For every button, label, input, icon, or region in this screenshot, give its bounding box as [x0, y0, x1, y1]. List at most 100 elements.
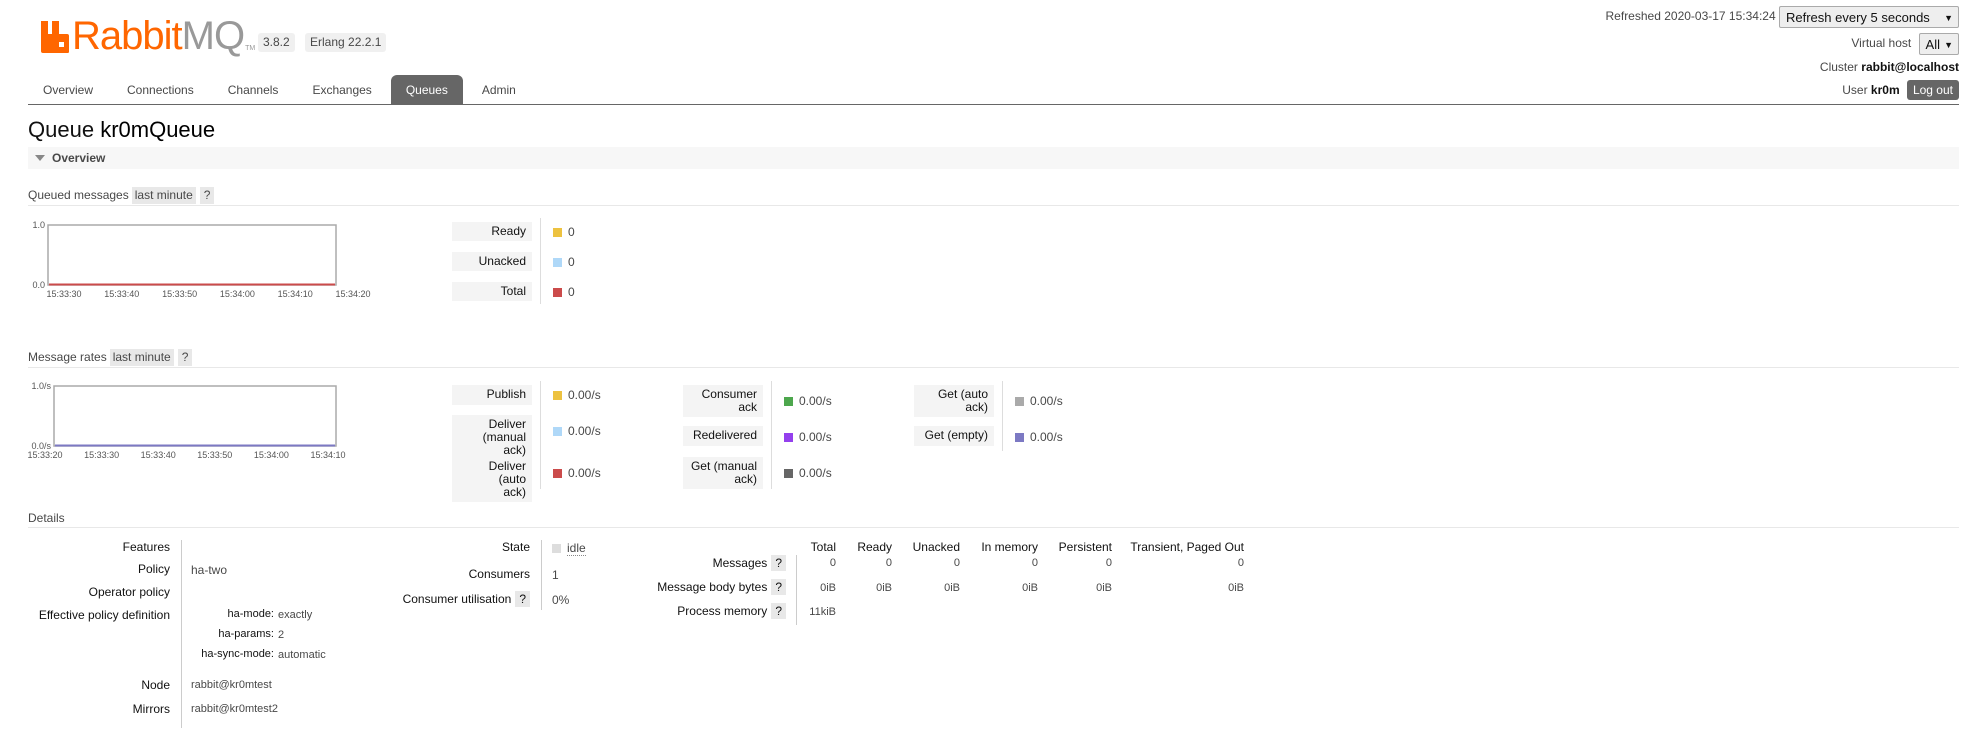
- legend-label-get-empty: Get (empty): [914, 426, 994, 446]
- rates-xtick-label: 15:33:50: [197, 450, 232, 460]
- legend-value-get-auto: 0.00/s: [1015, 394, 1063, 408]
- legend-label-get-manual: Get (manual ack): [683, 457, 763, 489]
- legend-label-deliver-manual: Deliver (manual ack): [452, 415, 532, 460]
- queued-ytick-label: 0.0: [32, 280, 45, 290]
- total-value: 0: [568, 285, 575, 299]
- tab-queues[interactable]: Queues: [390, 75, 463, 105]
- stats-col-persistent: Persistent: [1058, 540, 1112, 554]
- messages-ready: 0: [885, 557, 892, 569]
- legend-label-get-auto: Get (auto ack): [914, 385, 994, 417]
- queued-range-toggle[interactable]: last minute: [131, 187, 196, 204]
- node-value: rabbit@kr0mtest: [191, 679, 272, 691]
- body-bytes-transient: 0iB: [1228, 582, 1244, 594]
- deliver-auto-swatch: [553, 468, 562, 478]
- get-empty-swatch: [1015, 432, 1024, 442]
- user-label: User: [1842, 83, 1868, 97]
- messages-total: 0: [829, 557, 836, 569]
- vhost-value: All: [1925, 37, 1940, 52]
- chevron-down-icon: ▼: [1944, 40, 1953, 50]
- queued-divider: [28, 205, 1959, 206]
- publish-value: 0.00/s: [568, 388, 601, 402]
- state-separator: [541, 540, 542, 610]
- body-bytes-ready: 0iB: [876, 582, 892, 594]
- ready-swatch: [553, 227, 562, 237]
- rates-help-button[interactable]: ?: [177, 349, 193, 366]
- ready-value: 0: [568, 225, 575, 239]
- ha-params-key: ha-params:: [218, 628, 274, 640]
- message-rates-heading: Message rates last minute?: [28, 348, 193, 366]
- legend-value-ready: 0: [553, 225, 575, 239]
- mirrors-value: rabbit@kr0mtest2: [191, 703, 278, 715]
- logout-button[interactable]: Log out: [1906, 80, 1959, 100]
- legend-value-deliver-manual: 0.00/s: [553, 424, 601, 438]
- body-bytes-total: 0iB: [820, 582, 836, 594]
- queued-help-button[interactable]: ?: [199, 187, 215, 204]
- get-manual-value: 0.00/s: [799, 466, 832, 480]
- queued-xtick-label: 15:33:30: [46, 289, 81, 299]
- logo-wordmark: RabbitMQ: [72, 14, 245, 58]
- effective-policy-label: Effective policy definition: [38, 608, 170, 622]
- messages-help-button[interactable]: ?: [771, 555, 786, 571]
- legend-label-unacked: Unacked: [452, 252, 532, 271]
- queued-xtick-label: 15:34:20: [335, 289, 370, 299]
- rates-xtick-label: 15:33:40: [141, 450, 176, 460]
- tab-admin[interactable]: Admin: [467, 75, 531, 105]
- operator-policy-label: Operator policy: [88, 585, 170, 599]
- state-value: idle: [552, 541, 586, 556]
- stats-row-process-memory-label: Process memory?: [620, 603, 786, 619]
- rates-xtick-label: 15:34:00: [254, 450, 289, 460]
- legend-separator: [771, 381, 772, 489]
- tab-overview[interactable]: Overview: [28, 75, 108, 105]
- policy-value[interactable]: ha-two: [191, 563, 227, 577]
- tab-connections[interactable]: Connections: [112, 75, 209, 105]
- ha-sync-mode-key: ha-sync-mode:: [201, 648, 274, 660]
- queued-messages-heading: Queued messages last minute?: [28, 186, 215, 204]
- legend-label-deliver-auto: Deliver (auto ack): [452, 457, 532, 502]
- rabbit-logo-icon: [40, 20, 70, 54]
- utilisation-help-button[interactable]: ?: [515, 591, 530, 607]
- consumer-ack-swatch: [784, 396, 793, 406]
- get-empty-value: 0.00/s: [1030, 430, 1063, 444]
- message-rates-title: Message rates: [28, 350, 107, 364]
- rabbitmq-logo[interactable]: RabbitMQ TM: [40, 14, 256, 58]
- stats-row-messages-label: Messages?: [620, 555, 786, 571]
- refresh-interval-select[interactable]: Refresh every 5 seconds ▼: [1779, 6, 1959, 28]
- publish-swatch: [553, 390, 562, 400]
- queued-xtick-label: 15:34:10: [278, 289, 313, 299]
- process-memory-total: 11kiB: [809, 606, 836, 618]
- stats-col-unacked: Unacked: [912, 540, 960, 554]
- features-label: Features: [122, 540, 170, 554]
- tab-exchanges[interactable]: Exchanges: [297, 75, 386, 105]
- page-title: Queue kr0mQueue: [28, 117, 215, 143]
- main-nav-tabs: Overview Connections Channels Exchanges …: [28, 75, 535, 105]
- queued-plot-area: [47, 224, 337, 286]
- user-name: kr0m: [1870, 83, 1900, 97]
- deliver-auto-value: 0.00/s: [568, 466, 601, 480]
- deliver-manual-value: 0.00/s: [568, 424, 601, 438]
- body-bytes-unacked: 0iB: [944, 582, 960, 594]
- queued-messages-chart: 0.0 1.0 15:33:30 15:33:40 15:33:50 15:34:00 15…: [32, 220, 370, 299]
- consumers-label: Consumers: [468, 567, 530, 581]
- messages-unacked: 0: [953, 557, 960, 569]
- redelivered-value: 0.00/s: [799, 430, 832, 444]
- body-bytes-label-text: Message body bytes: [657, 580, 768, 594]
- logo-trademark: TM: [245, 45, 256, 52]
- queued-xtick-label: 15:34:00: [220, 289, 255, 299]
- legend-value-publish: 0.00/s: [553, 388, 601, 402]
- rates-xtick-label: 15:33:20: [27, 450, 62, 460]
- redelivered-swatch: [784, 432, 793, 442]
- tab-channels[interactable]: Channels: [213, 75, 294, 105]
- legend-value-get-empty: 0.00/s: [1015, 430, 1063, 444]
- overview-section-toggle[interactable]: Overview: [28, 147, 1959, 169]
- user-row: User kr0m Log out: [1842, 80, 1959, 100]
- body-bytes-help-button[interactable]: ?: [771, 579, 786, 595]
- legend-value-redelivered: 0.00/s: [784, 430, 832, 444]
- rates-range-toggle[interactable]: last minute: [109, 349, 174, 366]
- vhost-select[interactable]: All ▼: [1918, 33, 1959, 55]
- process-memory-help-button[interactable]: ?: [771, 603, 786, 619]
- state-text: idle: [567, 541, 586, 556]
- ha-sync-mode-value: automatic: [278, 649, 326, 661]
- body-bytes-in-memory: 0iB: [1022, 582, 1038, 594]
- stats-col-in-memory: In memory: [981, 540, 1038, 554]
- messages-in-memory: 0: [1031, 557, 1038, 569]
